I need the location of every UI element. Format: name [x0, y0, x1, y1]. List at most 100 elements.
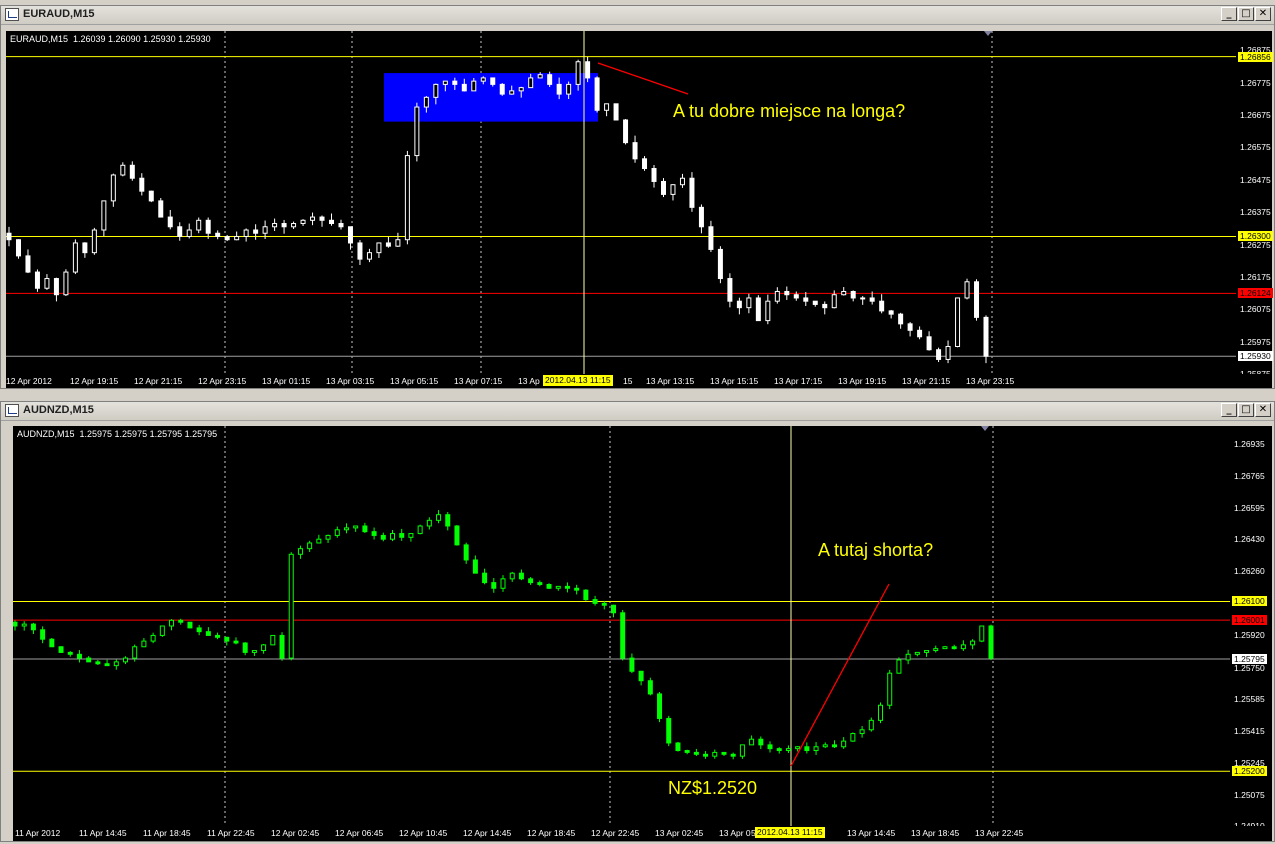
candle-body-bearish: [82, 242, 88, 254]
candle: [215, 230, 221, 240]
crosshair-time-tag: 2012.04.13 11:15: [543, 375, 613, 386]
candle-body-bearish: [564, 585, 570, 589]
candle: [708, 220, 714, 253]
maximize-button[interactable]: □: [1238, 403, 1254, 417]
candle-body-bullish: [537, 74, 543, 79]
minimize-button[interactable]: _: [1221, 403, 1237, 417]
chart-window-euraud[interactable]: EURAUD,M15 _ □ ✕ EURAUD,M15 1.26039 1.26…: [0, 5, 1275, 389]
candle: [310, 212, 316, 226]
candle: [243, 228, 249, 242]
candle-body-bearish: [983, 316, 989, 357]
candle: [196, 217, 202, 234]
candle-body-bearish: [721, 751, 727, 755]
candle-body-bearish: [242, 642, 248, 653]
price-scale[interactable]: 1.26875 1.26775 1.26675 1.26575 1.26475 1.263…: [1236, 31, 1273, 379]
time-label: 13 Apr 02:45: [655, 828, 704, 838]
candle: [251, 650, 257, 656]
candle: [675, 741, 681, 752]
candle: [343, 523, 349, 534]
candle-body-bearish: [657, 693, 663, 719]
candle: [34, 269, 40, 292]
candle: [642, 156, 648, 171]
candle: [983, 315, 989, 364]
candle-body-bullish: [509, 90, 515, 95]
price-tag-last: 1.25930: [1238, 351, 1273, 362]
candle-body-bearish: [812, 300, 818, 305]
window-titlebar[interactable]: AUDNZD,M15 _ □ ✕: [1, 402, 1274, 421]
price-label: 1.25975: [1240, 336, 1271, 347]
price-scale[interactable]: 1.26935 1.26765 1.26595 1.26430 1.26260 1.259…: [1230, 426, 1272, 831]
candle: [803, 292, 809, 306]
time-label: 11 Apr 18:45: [143, 828, 191, 838]
time-label: 13 Ap: [518, 376, 540, 386]
time-label: 13 Apr 03:15: [326, 376, 375, 386]
candle-body-bullish: [291, 223, 297, 228]
time-scale[interactable]: 12 Apr 2012 12 Apr 19:15 12 Apr 21:15 12 Ap…: [6, 374, 1272, 388]
candle: [689, 172, 695, 212]
candle-body-bearish: [472, 559, 478, 574]
candle: [113, 659, 119, 670]
candle-body-bearish: [693, 751, 699, 755]
candle-body-bullish: [955, 297, 961, 347]
candle-body-bearish: [499, 83, 505, 95]
candle-body-bearish: [491, 582, 497, 589]
close-button[interactable]: ✕: [1255, 403, 1271, 417]
candle: [594, 76, 600, 113]
candle: [500, 575, 506, 592]
candle-body-bullish: [307, 542, 313, 550]
maximize-button[interactable]: □: [1238, 7, 1254, 21]
candle: [120, 162, 126, 177]
candle: [610, 604, 616, 618]
candle-body-bearish: [518, 572, 524, 580]
candle-body-bullish: [288, 553, 294, 659]
candle-body-bearish: [40, 629, 46, 640]
candle-body-bearish: [803, 297, 809, 302]
candle: [338, 219, 344, 230]
candle-body-bullish: [942, 646, 948, 650]
candle-body-bearish: [660, 180, 666, 195]
price-chart[interactable]: EURAUD,M15 1.26039 1.26090 1.25930 1.259…: [6, 31, 1236, 374]
candle: [604, 103, 610, 117]
candle: [585, 56, 591, 83]
candle-body-bullish: [395, 239, 401, 247]
candle: [13, 620, 18, 631]
chart-window-audnzd[interactable]: AUDNZD,M15 _ □ ✕ AUDNZD,M15 1.25975 1.25…: [0, 401, 1275, 842]
candle-body-bullish: [234, 235, 240, 241]
candle-body-bullish: [270, 634, 276, 646]
annotation-short: A tutaj shorta?: [818, 540, 934, 560]
candle: [601, 600, 607, 610]
candle: [758, 736, 764, 749]
candle: [784, 286, 790, 300]
minimize-button[interactable]: _: [1221, 7, 1237, 21]
time-label: 12 Apr 2012: [6, 376, 52, 386]
candle-body-bearish: [869, 297, 875, 302]
close-button[interactable]: ✕: [1255, 7, 1271, 21]
candle: [765, 294, 771, 325]
candle: [970, 639, 976, 650]
candle-body-bullish: [859, 729, 865, 735]
candle: [859, 726, 865, 738]
candle-body-bullish: [749, 738, 755, 746]
candle-body-bearish: [610, 604, 616, 614]
candle: [224, 234, 230, 242]
candle-body-bearish: [638, 670, 644, 682]
candle-body-bullish: [841, 290, 847, 296]
window-titlebar[interactable]: EURAUD,M15 _ □ ✕: [1, 6, 1274, 25]
candle: [623, 119, 629, 145]
candle-body-bearish: [129, 164, 135, 179]
candle-body-bullish: [169, 619, 175, 627]
candle-body-bearish: [708, 226, 714, 250]
candle: [224, 636, 230, 646]
candle-body-bearish: [689, 177, 695, 208]
candle-body-bullish: [63, 271, 69, 296]
candle-body-bullish: [566, 83, 572, 95]
candle: [291, 221, 297, 229]
time-scale[interactable]: 11 Apr 2012 11 Apr 14:45 11 Apr 18:45 11 Ap…: [13, 826, 1272, 841]
candle: [717, 246, 723, 284]
candle-body-bullish: [433, 83, 439, 98]
candle: [30, 622, 36, 635]
price-label: 1.26775: [1240, 77, 1271, 88]
candle: [491, 578, 497, 593]
price-chart[interactable]: AUDNZD,M15 1.25975 1.25975 1.25795 1.257…: [13, 426, 1230, 826]
candle-body-bullish: [390, 533, 396, 540]
